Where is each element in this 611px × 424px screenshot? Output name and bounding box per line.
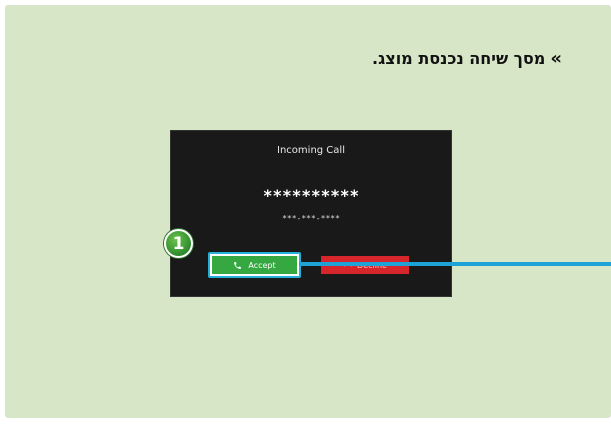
screen-title: Incoming Call xyxy=(277,145,345,156)
instruction-text: מסך שיחה נכנסת מוצג. xyxy=(372,49,546,68)
accept-label: Accept xyxy=(248,260,276,270)
caller-number: ***-***-**** xyxy=(282,214,340,223)
incoming-call-screen: Incoming Call ********** ***-***-**** Ac… xyxy=(170,130,452,297)
accept-button[interactable]: Accept xyxy=(212,256,297,274)
callout-line xyxy=(299,262,611,266)
phone-icon xyxy=(234,261,242,269)
step-number-badge: 1 xyxy=(164,229,193,258)
accept-highlight-frame: Accept xyxy=(208,252,301,278)
instruction-heading: » מסך שיחה נכנסת מוצג. xyxy=(372,49,562,68)
caller-name: ********** xyxy=(262,186,360,205)
double-chevron-icon: » xyxy=(550,47,562,69)
